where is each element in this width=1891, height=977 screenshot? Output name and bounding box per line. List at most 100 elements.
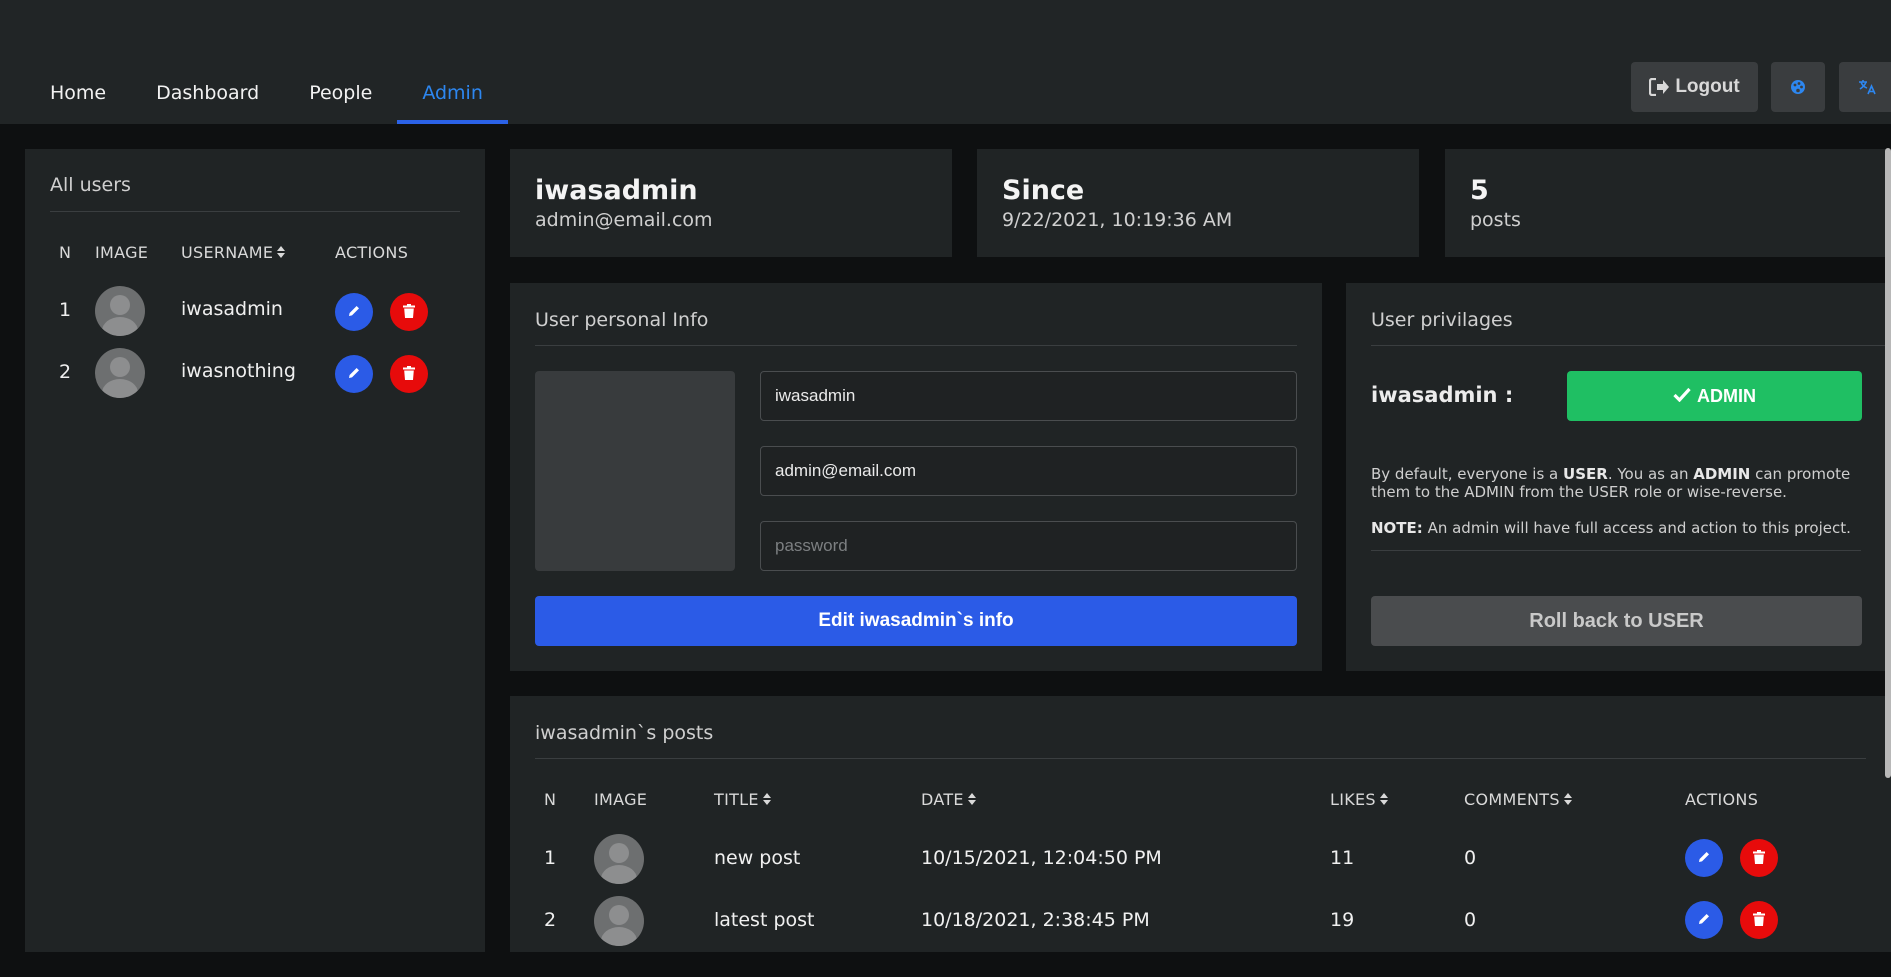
posts-count-card: 5 posts: [1445, 149, 1891, 257]
pencil-icon: [1697, 911, 1711, 930]
top-navbar: Home Dashboard People Admin Logout: [0, 0, 1891, 124]
nav-admin[interactable]: Admin: [397, 70, 508, 124]
username-cell: iwasadmin: [181, 298, 283, 320]
row-number: 1: [59, 299, 72, 321]
delete-post-button[interactable]: [1740, 901, 1778, 939]
trash-icon: [403, 365, 415, 384]
post-title-cell: new post: [714, 847, 801, 869]
column-header-actions: ACTIONS: [1685, 790, 1759, 809]
page-scrollbar[interactable]: [1885, 148, 1891, 778]
nav-home[interactable]: Home: [25, 70, 131, 124]
check-icon: [1673, 386, 1691, 407]
column-header-image: IMAGE: [594, 790, 648, 809]
avatar: [95, 348, 145, 398]
nav-people[interactable]: People: [284, 70, 397, 124]
edit-post-button[interactable]: [1685, 839, 1723, 877]
theme-button[interactable]: [1771, 62, 1825, 112]
password-field[interactable]: [760, 521, 1297, 571]
profile-photo[interactable]: [535, 371, 735, 571]
note-emphasis: ADMIN: [1693, 465, 1751, 483]
profile-card: iwasadmin admin@email.com: [510, 149, 952, 257]
column-header-label: LIKES: [1330, 790, 1376, 809]
role-label: ADMIN: [1697, 385, 1756, 406]
column-header-username[interactable]: USERNAME: [181, 243, 286, 263]
sign-out-icon: [1649, 78, 1670, 96]
note-emphasis: NOTE:: [1371, 519, 1423, 537]
all-users-panel: All users N IMAGE USERNAME ACTIONS 1 iwa…: [25, 149, 485, 952]
since-card: Since 9/22/2021, 10:19:36 AM: [977, 149, 1419, 257]
pencil-icon: [347, 303, 361, 322]
delete-user-button[interactable]: [390, 355, 428, 393]
note-text: An admin will have full access and actio…: [1422, 519, 1851, 537]
posts-count: 5: [1470, 175, 1489, 206]
divider: [535, 345, 1297, 346]
post-image: [594, 896, 644, 946]
pencil-icon: [1697, 849, 1711, 868]
sort-icon: [762, 791, 772, 810]
rollback-user-button[interactable]: Roll back to USER: [1371, 596, 1862, 646]
column-header-n: N: [544, 790, 557, 809]
posts-panel: iwasadmin`s posts N IMAGE TITLE DATE LIK…: [510, 696, 1891, 952]
post-image: [594, 834, 644, 884]
column-header-n: N: [59, 243, 72, 262]
language-button[interactable]: [1839, 62, 1891, 112]
note-text: . You as an: [1607, 465, 1694, 483]
row-number: 1: [544, 847, 557, 869]
avatar: [95, 286, 145, 336]
privileges-panel: User privilages iwasadmin : ADMIN By def…: [1346, 283, 1891, 671]
post-comments-cell: 0: [1464, 909, 1477, 931]
profile-username: iwasadmin: [535, 175, 698, 206]
since-date: 9/22/2021, 10:19:36 AM: [1002, 209, 1233, 231]
sort-icon: [967, 791, 977, 810]
sort-icon: [1563, 791, 1573, 810]
note-text: them to the ADMIN from the USER role or …: [1371, 483, 1787, 501]
logout-label: Logout: [1675, 76, 1740, 97]
nav-dashboard[interactable]: Dashboard: [131, 70, 284, 124]
edit-info-button[interactable]: Edit iwasadmin`s info: [535, 596, 1297, 646]
post-title-cell: latest post: [714, 909, 815, 931]
delete-user-button[interactable]: [390, 293, 428, 331]
palette-icon: [1790, 79, 1806, 95]
personal-info-panel: User personal Info Edit iwasadmin`s info: [510, 283, 1322, 671]
sort-icon: [1379, 791, 1389, 810]
column-header-title[interactable]: TITLE: [714, 790, 772, 810]
profile-email: admin@email.com: [535, 209, 713, 231]
username-field[interactable]: [760, 371, 1297, 421]
divider: [535, 758, 1866, 759]
privilege-note: NOTE: An admin will have full access and…: [1371, 519, 1871, 537]
edit-post-button[interactable]: [1685, 901, 1723, 939]
privilege-description: By default, everyone is a USER. You as a…: [1371, 465, 1871, 501]
edit-user-button[interactable]: [335, 355, 373, 393]
admin-role-button[interactable]: ADMIN: [1567, 371, 1862, 421]
trash-icon: [1753, 849, 1765, 868]
divider: [50, 211, 460, 212]
panel-title: User personal Info: [535, 309, 709, 331]
column-header-label: TITLE: [714, 790, 759, 809]
column-header-label: COMMENTS: [1464, 790, 1560, 809]
post-likes-cell: 11: [1330, 847, 1355, 869]
row-number: 2: [59, 361, 72, 383]
column-header-likes[interactable]: LIKES: [1330, 790, 1389, 810]
delete-post-button[interactable]: [1740, 839, 1778, 877]
column-header-label: DATE: [921, 790, 964, 809]
privilege-username: iwasadmin :: [1371, 383, 1514, 407]
panel-title: User privilages: [1371, 309, 1513, 331]
column-header-actions: ACTIONS: [335, 243, 409, 262]
post-comments-cell: 0: [1464, 847, 1477, 869]
since-label: Since: [1002, 175, 1085, 206]
post-date-cell: 10/15/2021, 12:04:50 PM: [921, 847, 1162, 869]
trash-icon: [403, 303, 415, 322]
note-emphasis: USER: [1563, 465, 1608, 483]
note-text: can promote: [1750, 465, 1851, 483]
column-header-comments[interactable]: COMMENTS: [1464, 790, 1573, 810]
divider: [1371, 345, 1886, 346]
panel-title: iwasadmin`s posts: [535, 722, 714, 744]
trash-icon: [1753, 911, 1765, 930]
row-number: 2: [544, 909, 557, 931]
edit-user-button[interactable]: [335, 293, 373, 331]
username-cell: iwasnothing: [181, 360, 296, 382]
logout-button[interactable]: Logout: [1631, 62, 1758, 112]
email-field[interactable]: [760, 446, 1297, 496]
sort-icon: [276, 244, 286, 263]
column-header-date[interactable]: DATE: [921, 790, 977, 810]
